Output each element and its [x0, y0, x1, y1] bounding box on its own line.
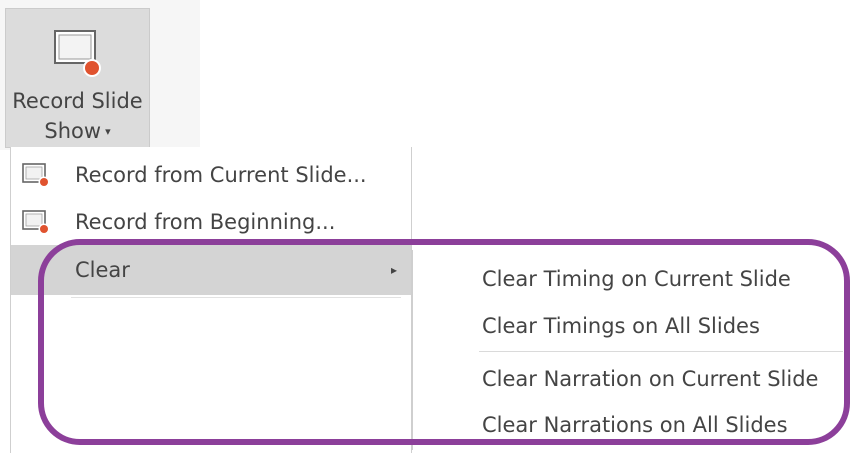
submenu-item-clear-timings-all-slides[interactable]: Clear Timings on All Slides — [413, 303, 847, 349]
record-slide-show-label-line1: Record Slide — [12, 89, 143, 113]
submenu-item-label: Clear Narration on Current Slide — [482, 367, 819, 391]
submenu-divider — [479, 351, 843, 352]
submenu-item-label: Clear Narrations on All Slides — [482, 413, 788, 437]
menu-divider — [71, 297, 401, 298]
submenu-item-clear-narrations-all-slides[interactable]: Clear Narrations on All Slides — [413, 402, 847, 448]
record-slide-icon — [22, 163, 50, 188]
submenu-item-clear-timing-current-slide[interactable]: Clear Timing on Current Slide — [413, 256, 847, 302]
screenshot-stage: Record Slide Show ▾ Record from Current S… — [0, 0, 855, 453]
menu-item-label: Record from Beginning... — [75, 210, 336, 234]
record-slide-show-button[interactable]: Record Slide Show ▾ — [5, 8, 150, 148]
submenu-arrow-icon: ▸ — [390, 263, 397, 277]
record-slide-icon — [22, 210, 50, 235]
record-slide-show-label-show: Show — [44, 119, 102, 143]
record-slide-show-dropdown-menu: Record from Current Slide... Record from… — [10, 147, 412, 453]
menu-item-record-from-beginning[interactable]: Record from Beginning... — [11, 199, 411, 245]
menu-item-label: Clear — [75, 258, 130, 282]
record-slideshow-icon — [54, 30, 101, 77]
submenu-item-label: Clear Timing on Current Slide — [482, 267, 791, 291]
record-slide-show-label-line2: Show ▾ — [6, 119, 149, 143]
submenu-item-label: Clear Timings on All Slides — [482, 314, 760, 338]
menu-item-label: Record from Current Slide... — [75, 163, 367, 187]
menu-item-record-from-current-slide[interactable]: Record from Current Slide... — [11, 152, 411, 198]
chevron-down-icon: ▾ — [105, 125, 111, 138]
menu-item-clear[interactable]: Clear ▸ — [11, 245, 411, 295]
submenu-item-clear-narration-current-slide[interactable]: Clear Narration on Current Slide — [413, 356, 847, 402]
clear-submenu: Clear Timing on Current Slide Clear Timi… — [412, 250, 848, 450]
